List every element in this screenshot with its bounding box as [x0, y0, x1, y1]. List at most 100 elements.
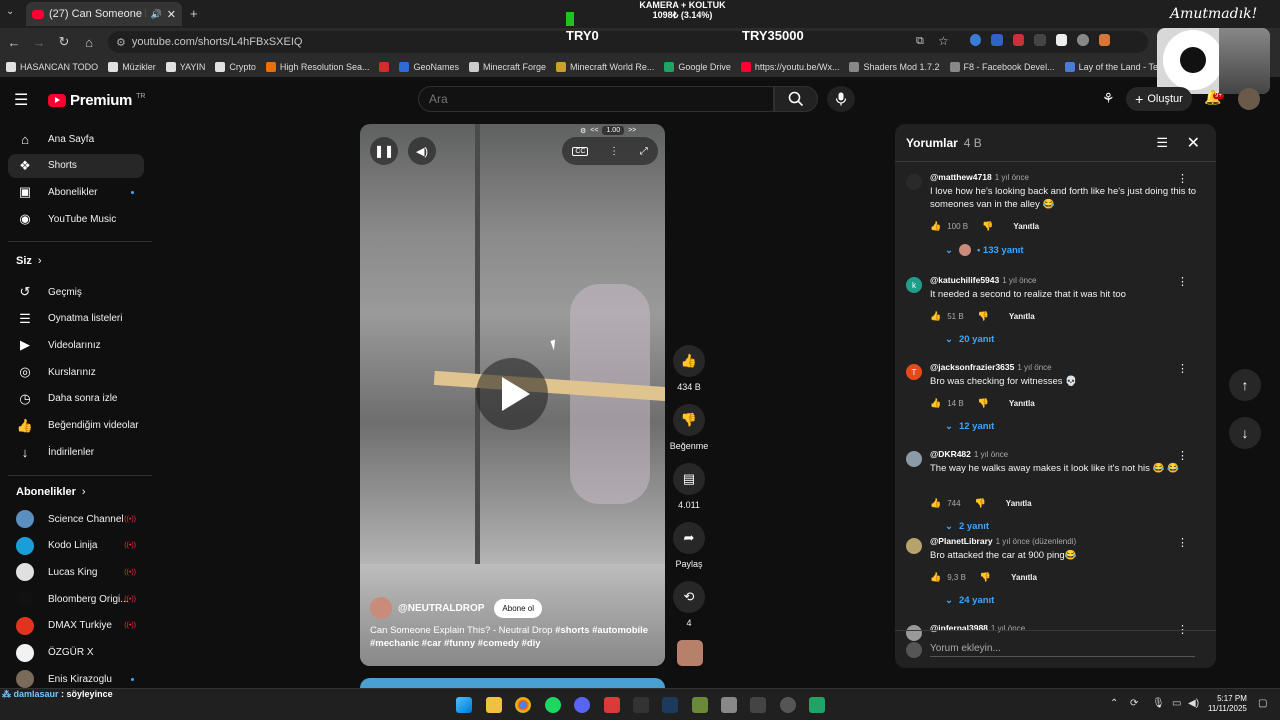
extension-icon[interactable] [970, 34, 982, 46]
comments-button[interactable]: ▤ [673, 463, 705, 495]
channel-avatar[interactable] [370, 597, 392, 619]
like-button[interactable]: 👍 [673, 345, 705, 377]
app-icon[interactable] [633, 697, 649, 713]
tab-list-chevron-icon[interactable]: ⌄ [6, 6, 14, 17]
youtube-premium-logo[interactable]: Premium TR [48, 92, 145, 109]
tray-volume-icon[interactable]: ◀) [1188, 698, 1199, 709]
sidebar-item-youtube-music[interactable]: ◉ YouTube Music [8, 207, 144, 231]
sidebar-subscription-item[interactable]: ÖZGÜR X [8, 641, 144, 665]
bookmark-item[interactable]: F8 - Facebook Devel... [949, 61, 1055, 72]
forward-icon[interactable]: → [28, 31, 50, 53]
extension-icon[interactable] [1034, 34, 1046, 46]
cast-icon[interactable]: ⚘ [1102, 90, 1115, 107]
bookmark-item[interactable]: Müzikler [108, 61, 156, 72]
bookmark-star-icon[interactable]: ☆ [938, 34, 949, 48]
comment-author[interactable]: @DKR482 [930, 449, 971, 459]
sidebar-item-ana-sayfa[interactable]: ⌂ Ana Sayfa [8, 127, 144, 151]
bookmark-item[interactable]: Minecraft Forge [469, 61, 546, 72]
view-replies-button[interactable]: ⌄ 20 yanıt [945, 334, 994, 345]
sound-thumbnail[interactable] [677, 640, 703, 666]
tray-chevron-icon[interactable]: ⌃ [1110, 698, 1118, 709]
play-overlay-button[interactable] [476, 358, 548, 430]
sidebar-item-abonelikler[interactable]: ▣ Abonelikler [8, 180, 144, 204]
extension-icon[interactable] [1077, 34, 1089, 46]
sidebar-subscription-item[interactable]: Science Channel ((•)) [8, 507, 144, 531]
pause-button[interactable]: ❚❚ [370, 137, 398, 165]
start-icon[interactable] [456, 697, 472, 713]
dislike-button[interactable]: 👎 [673, 404, 705, 436]
reply-button[interactable]: Yanıtla [1011, 573, 1037, 582]
tray-app-icon[interactable]: ⟳ [1130, 698, 1138, 709]
comment-author[interactable]: @katuchilife5943 [930, 275, 999, 285]
gear-icon[interactable]: ⚙ [580, 127, 586, 135]
comment-menu-icon[interactable]: ⋮ [1177, 172, 1188, 185]
view-replies-button[interactable]: ⌄ • 133 yanıt [945, 244, 1024, 256]
back-icon[interactable]: ← [3, 31, 25, 53]
sidebar-subscription-item[interactable]: Lucas King ((•)) [8, 560, 144, 584]
extension-icon[interactable] [1098, 34, 1110, 46]
sidebar-item-history[interactable]: ↺ Geçmiş [8, 280, 144, 304]
speed-down-icon[interactable]: << [590, 127, 598, 134]
thumbs-down-icon[interactable]: 👎 [980, 572, 991, 583]
remix-button[interactable]: ⟲ [673, 581, 705, 613]
speed-control[interactable]: ⚙ << 1.00 >> [580, 126, 636, 135]
steam-icon[interactable] [662, 697, 678, 713]
obs-icon[interactable] [780, 697, 796, 713]
bookmark-item[interactable]: HASANCAN TODO [6, 61, 98, 72]
thumbs-down-icon[interactable]: 👎 [982, 221, 993, 232]
create-button[interactable]: + Oluştur [1126, 87, 1192, 111]
sort-icon[interactable]: ☰ [1156, 135, 1168, 151]
comment-menu-icon[interactable]: ⋮ [1177, 275, 1188, 288]
thumbs-down-icon[interactable]: 👎 [975, 498, 986, 509]
tray-network-icon[interactable]: ▭ [1172, 698, 1181, 709]
install-app-icon[interactable]: ⧉ [916, 35, 924, 48]
speed-up-icon[interactable]: >> [628, 127, 636, 134]
bookmark-item[interactable]: Crypto [215, 61, 256, 72]
chrome-icon[interactable] [515, 697, 531, 713]
thumbs-down-icon[interactable]: 👎 [978, 311, 989, 322]
hashtag-link[interactable]: #funny [444, 638, 475, 649]
bookmark-item[interactable]: Minecraft World Re... [556, 61, 654, 72]
sidebar-item-courses[interactable]: ◎ Kurslarınız [8, 360, 144, 384]
commenter-avatar[interactable] [906, 451, 922, 467]
hashtag-link[interactable]: #car [422, 638, 442, 649]
sidebar-item-your-videos[interactable]: ▶ Videolarınız [8, 333, 144, 357]
reload-icon[interactable]: ↻ [53, 31, 75, 53]
sidebar-subscription-item[interactable]: Kodo Linija ((•)) [8, 534, 144, 558]
reply-button[interactable]: Yanıtla [1009, 312, 1035, 321]
sidebar-item-liked-videos[interactable]: 👍 Beğendiğim videolar [8, 414, 144, 438]
new-tab-icon[interactable]: + [190, 6, 198, 21]
site-info-icon[interactable]: ⚙ [116, 36, 126, 49]
thumbs-up-icon[interactable]: 👍 [930, 311, 941, 322]
tray-mic-icon[interactable]: 🎙 [1152, 698, 1165, 709]
bookmark-item[interactable]: YAYIN [165, 61, 205, 72]
comment-menu-icon[interactable]: ⋮ [1177, 362, 1188, 375]
search-input[interactable] [418, 86, 774, 112]
view-replies-button[interactable]: ⌄ 2 yanıt [945, 521, 989, 532]
hashtag-link[interactable]: #comedy [478, 638, 519, 649]
bookmark-item[interactable]: Google Drive [664, 61, 731, 72]
comment-menu-icon[interactable]: ⋮ [1177, 449, 1188, 462]
bookmark-item[interactable]: Lay of the Land - Te... [1064, 61, 1165, 72]
search-button[interactable] [774, 86, 818, 112]
comment-menu-icon[interactable]: ⋮ [1177, 536, 1188, 549]
channel-name[interactable]: @NEUTRALDROP [398, 603, 484, 614]
comment-input[interactable]: Yorum ekleyin... [930, 643, 1195, 657]
reply-button[interactable]: Yanıtla [1009, 399, 1035, 408]
sidebar-item-shorts[interactable]: ❖ Shorts [8, 153, 144, 178]
app-icon[interactable] [721, 697, 737, 713]
sidebar-section-you[interactable]: Siz › [16, 255, 42, 267]
fullscreen-icon[interactable]: ⤢ [640, 146, 648, 157]
commenter-avatar[interactable] [906, 538, 922, 554]
tab-close-icon[interactable]: ✕ [167, 8, 176, 21]
discord-icon[interactable] [574, 697, 590, 713]
sidebar-section-subscriptions[interactable]: Abonelikler › [16, 486, 86, 498]
sidebar-subscription-item[interactable]: DMAX Turkiye ((•)) [8, 614, 144, 638]
app-icon[interactable] [750, 697, 766, 713]
comment-author[interactable]: @matthew4718 [930, 172, 992, 182]
next-short-button[interactable]: ↓ [1229, 417, 1261, 449]
hashtag-link[interactable]: #automobile [592, 625, 648, 636]
sidebar-item-downloads[interactable]: ↓ İndirilenler [8, 440, 144, 464]
subscribe-button[interactable]: Abone ol [494, 598, 543, 618]
browser-tab[interactable]: (27) Can Someone Explain T 🔊 ✕ [26, 2, 182, 26]
